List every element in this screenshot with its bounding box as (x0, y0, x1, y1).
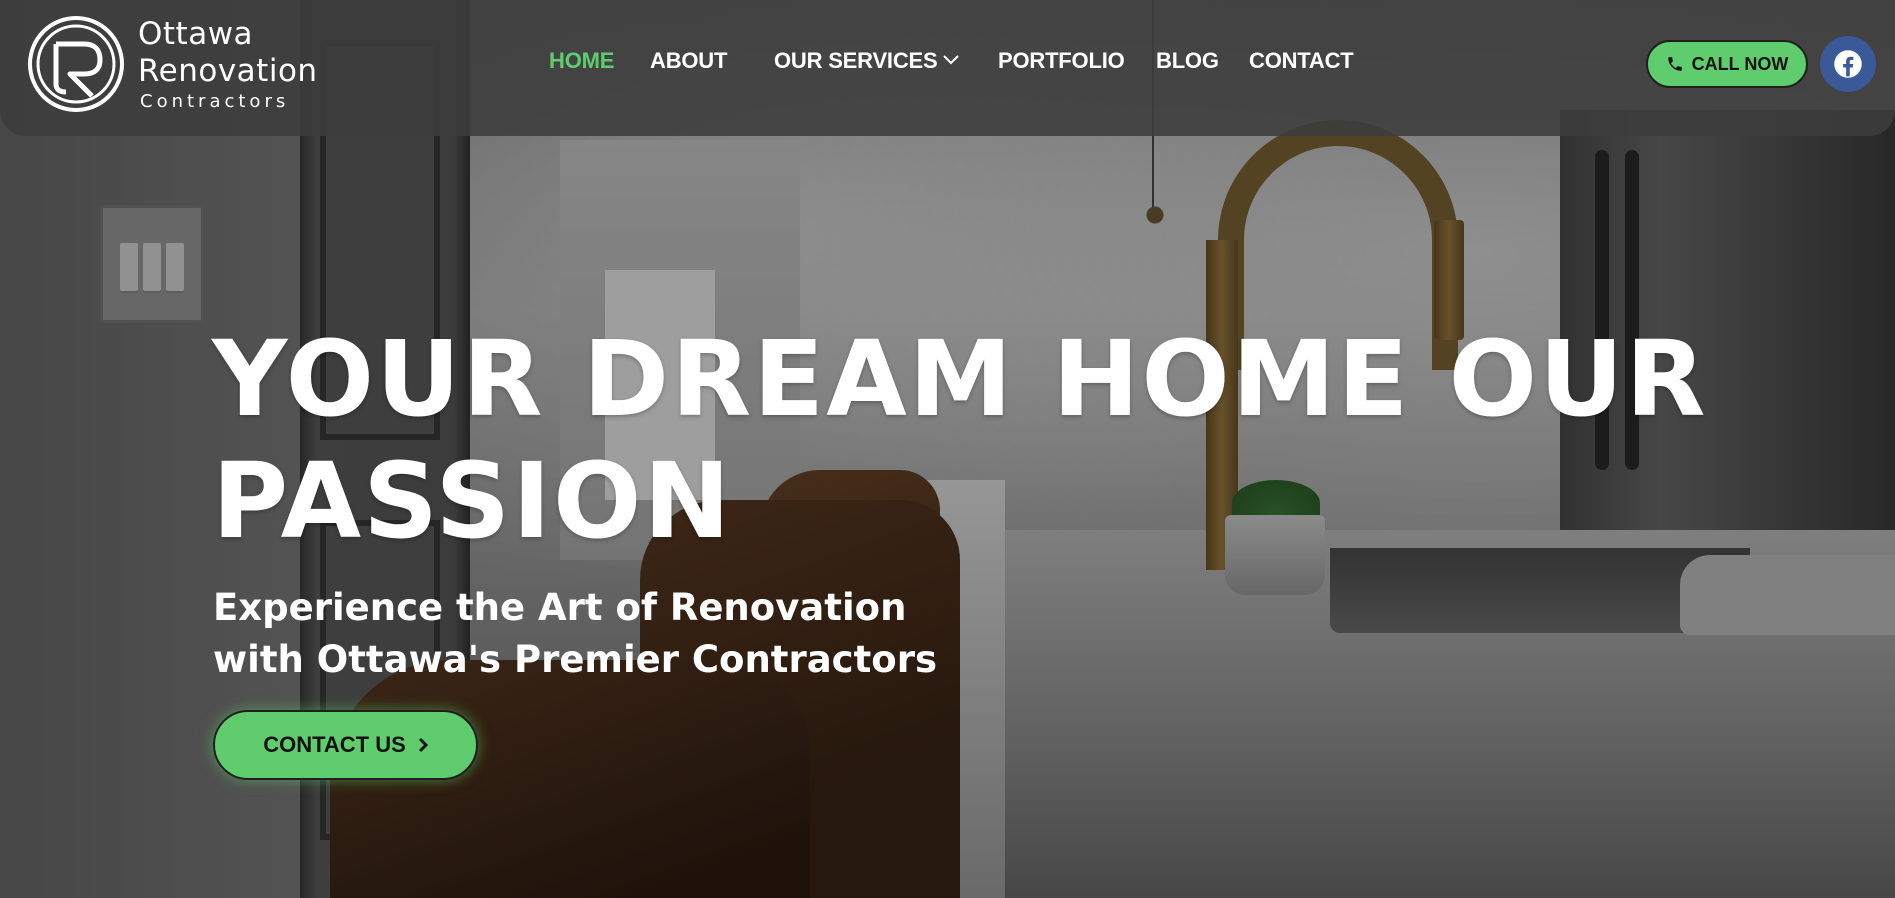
site-logo[interactable]: Ottawa Renovation Contractors (26, 14, 326, 114)
chevron-down-icon (943, 55, 960, 65)
contact-us-button[interactable]: CONTACT US (213, 710, 478, 780)
call-now-button[interactable]: CALL NOW (1646, 40, 1808, 88)
logo-wordmark: Ottawa Renovation Contractors (138, 16, 318, 114)
nav-item-home[interactable]: HOME (549, 48, 614, 74)
chevron-right-icon (418, 737, 428, 753)
hero-title: YOUR DREAM HOME OUR PASSION (212, 318, 1812, 562)
facebook-icon (1834, 50, 1862, 78)
hero-section: Ottawa Renovation Contractors HOME ABOUT… (0, 0, 1895, 898)
logo-line-contractors: Contractors (140, 91, 290, 112)
hero-subtitle: Experience the Art of Renovation with Ott… (213, 582, 1113, 686)
site-header: Ottawa Renovation Contractors HOME ABOUT… (0, 0, 1895, 136)
contact-us-label: CONTACT US (263, 732, 406, 757)
hero-subtitle-line2: with Ottawa's Premier Contractors (213, 638, 937, 681)
call-now-label: CALL NOW (1691, 53, 1789, 74)
logo-line-renovation: Renovation (138, 53, 318, 89)
nav-item-our-services-label: OUR SERVICES (774, 48, 938, 73)
logo-mark-icon (28, 16, 124, 112)
hero-title-line2: PASSION (212, 440, 733, 562)
nav-item-blog[interactable]: BLOG (1156, 48, 1219, 74)
nav-item-our-services[interactable]: OUR SERVICES (774, 48, 960, 74)
nav-item-about[interactable]: ABOUT (650, 48, 727, 74)
hero-subtitle-line1: Experience the Art of Renovation (213, 586, 907, 629)
phone-icon (1667, 57, 1682, 71)
hero-title-line1: YOUR DREAM HOME OUR (212, 318, 1708, 440)
logo-line-ottawa: Ottawa (138, 16, 254, 52)
nav-item-portfolio[interactable]: PORTFOLIO (998, 48, 1125, 74)
nav-item-contact[interactable]: CONTACT (1249, 48, 1354, 74)
facebook-button[interactable] (1820, 36, 1876, 92)
